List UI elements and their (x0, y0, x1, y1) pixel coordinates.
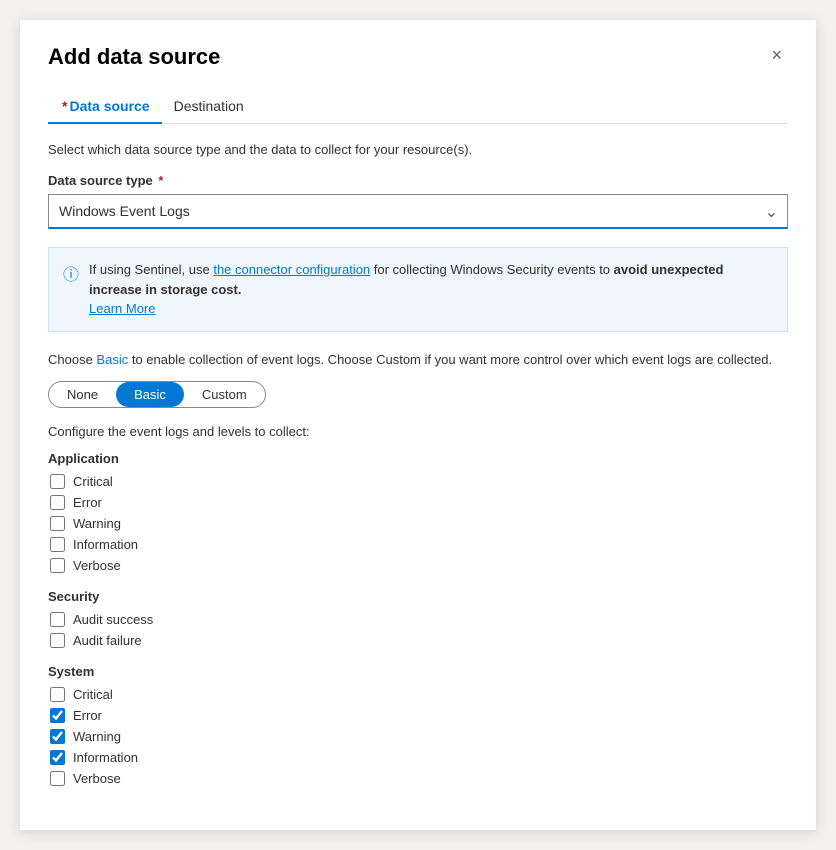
app-verbose-label: Verbose (73, 558, 121, 573)
sys-information-checkbox[interactable] (50, 750, 65, 765)
toggle-none[interactable]: None (49, 382, 116, 407)
sys-error-checkbox[interactable] (50, 708, 65, 723)
application-section: Application Critical Error Warning Infor… (48, 451, 788, 573)
system-section-title: System (48, 664, 788, 679)
learn-more-link[interactable]: Learn More (89, 301, 155, 316)
close-button[interactable]: × (765, 44, 788, 66)
application-section-title: Application (48, 451, 788, 466)
list-item: Information (50, 750, 788, 765)
data-source-type-select[interactable]: Windows Event Logs Linux Syslog Performa… (48, 194, 788, 229)
toggle-custom[interactable]: Custom (184, 382, 265, 407)
sys-information-label: Information (73, 750, 138, 765)
collection-description: Choose Basic to enable collection of eve… (48, 352, 788, 367)
app-warning-checkbox[interactable] (50, 516, 65, 531)
sys-warning-label: Warning (73, 729, 121, 744)
list-item: Warning (50, 729, 788, 744)
sys-verbose-label: Verbose (73, 771, 121, 786)
tab-data-source[interactable]: *Data source (48, 90, 162, 124)
app-error-label: Error (73, 495, 102, 510)
connector-config-link[interactable]: the connector configuration (213, 262, 370, 277)
sec-audit-failure-checkbox[interactable] (50, 633, 65, 648)
configure-label: Configure the event logs and levels to c… (48, 424, 788, 439)
dialog-header: Add data source × (48, 44, 788, 70)
app-warning-label: Warning (73, 516, 121, 531)
basic-link[interactable]: Basic (96, 352, 128, 367)
app-critical-label: Critical (73, 474, 113, 489)
system-section: System Critical Error Warning Informatio… (48, 664, 788, 786)
list-item: Audit success (50, 612, 788, 627)
collection-mode-toggle: None Basic Custom (48, 381, 266, 408)
list-item: Critical (50, 474, 788, 489)
security-section: Security Audit success Audit failure (48, 589, 788, 648)
required-star: * (62, 98, 67, 114)
sec-audit-success-checkbox[interactable] (50, 612, 65, 627)
tab-destination[interactable]: Destination (162, 90, 256, 124)
list-item: Warning (50, 516, 788, 531)
security-section-title: Security (48, 589, 788, 604)
data-source-type-select-wrapper: Windows Event Logs Linux Syslog Performa… (48, 194, 788, 229)
sys-error-label: Error (73, 708, 102, 723)
sys-critical-checkbox[interactable] (50, 687, 65, 702)
toggle-basic[interactable]: Basic (116, 382, 184, 407)
app-information-label: Information (73, 537, 138, 552)
info-text: If using Sentinel, use the connector con… (89, 260, 773, 319)
app-verbose-checkbox[interactable] (50, 558, 65, 573)
app-critical-checkbox[interactable] (50, 474, 65, 489)
app-information-checkbox[interactable] (50, 537, 65, 552)
info-banner: ⓘ If using Sentinel, use the connector c… (48, 247, 788, 332)
list-item: Verbose (50, 558, 788, 573)
sys-verbose-checkbox[interactable] (50, 771, 65, 786)
app-error-checkbox[interactable] (50, 495, 65, 510)
list-item: Error (50, 708, 788, 723)
tab-bar: *Data source Destination (48, 90, 788, 124)
sec-audit-failure-label: Audit failure (73, 633, 142, 648)
info-icon: ⓘ (63, 261, 79, 285)
add-data-source-dialog: Add data source × *Data source Destinati… (20, 20, 816, 830)
sys-warning-checkbox[interactable] (50, 729, 65, 744)
data-source-type-label: Data source type * (48, 173, 788, 188)
dialog-title: Add data source (48, 44, 220, 70)
list-item: Verbose (50, 771, 788, 786)
sys-critical-label: Critical (73, 687, 113, 702)
list-item: Error (50, 495, 788, 510)
page-description: Select which data source type and the da… (48, 142, 788, 157)
list-item: Information (50, 537, 788, 552)
list-item: Audit failure (50, 633, 788, 648)
list-item: Critical (50, 687, 788, 702)
sec-audit-success-label: Audit success (73, 612, 153, 627)
